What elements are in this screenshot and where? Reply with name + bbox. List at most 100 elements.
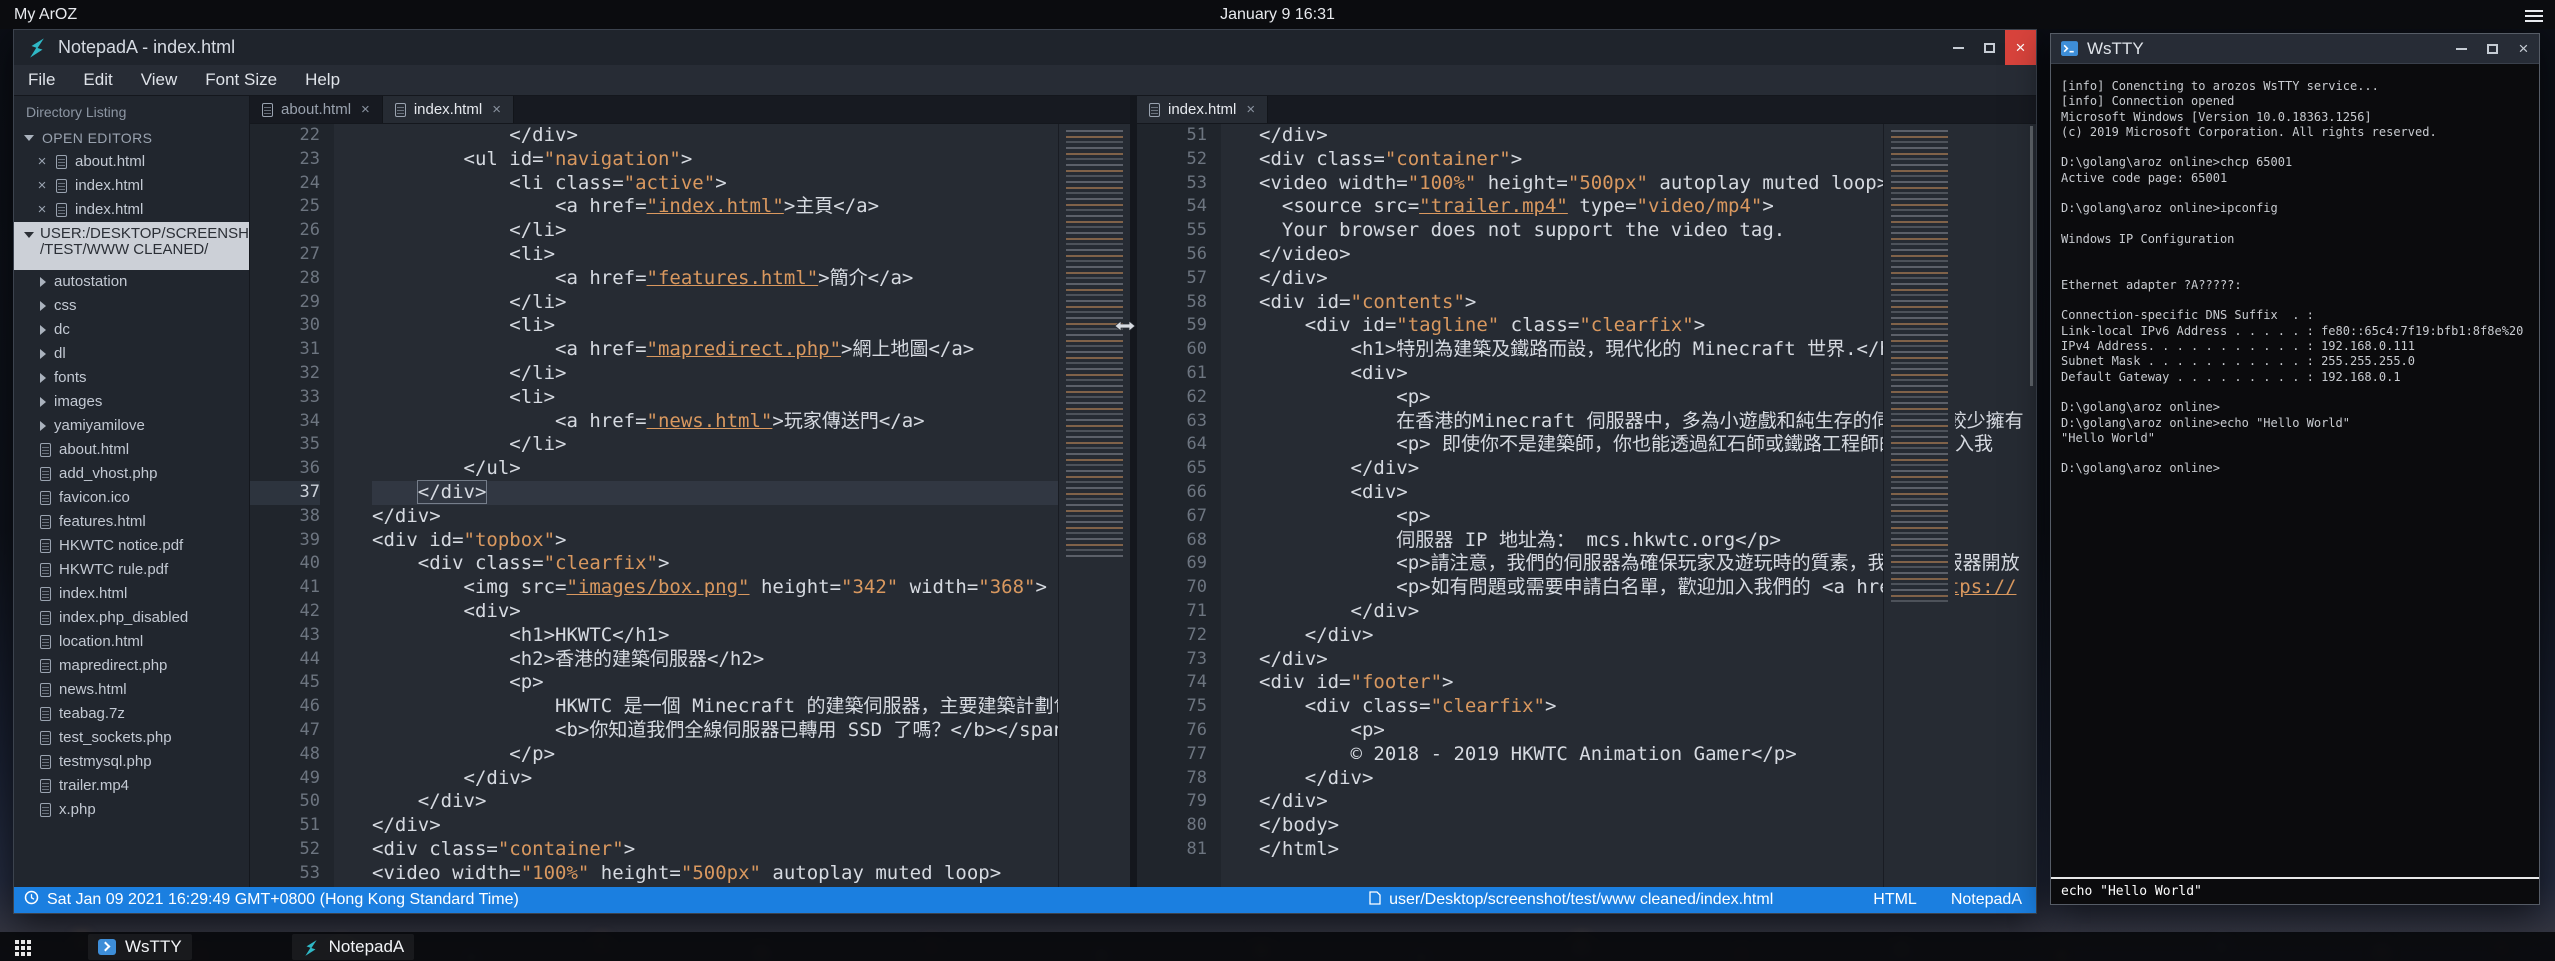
tree-item-dl[interactable]: dl (14, 342, 249, 366)
line-number: 52 (1137, 148, 1207, 172)
code-line[interactable]: </div> (372, 481, 1130, 505)
start-menu-button[interactable] (0, 932, 44, 961)
minimap-left[interactable] (1058, 124, 1130, 887)
code-line[interactable]: <img src="images/box.png" height="342" w… (372, 576, 1130, 600)
tab-close-icon[interactable]: × (361, 101, 370, 118)
code-line[interactable]: <div id="topbox"> (372, 529, 1130, 553)
tree-item-user-desktop-screenshot[interactable]: USER:/DESKTOP/SCREENSHOT/TEST/WWW CLEANE… (14, 222, 249, 270)
maximize-button[interactable] (1974, 30, 2005, 65)
tree-item-teabag.7z[interactable]: teabag.7z (14, 702, 249, 726)
tree-item-news.html[interactable]: news.html (14, 678, 249, 702)
tree-item-features.html[interactable]: features.html (14, 510, 249, 534)
tree-item-index.html[interactable]: index.html (14, 582, 249, 606)
code-line[interactable]: </div> (372, 124, 1130, 148)
code-line[interactable]: <a href="index.html">主頁</a> (372, 195, 1130, 219)
code-line[interactable]: <li class="active"> (372, 172, 1130, 196)
code-line[interactable]: <li> (372, 314, 1130, 338)
tree-item-label: mapredirect.php (59, 654, 167, 678)
code-line[interactable]: <a href="mapredirect.php">網上地圖</a> (372, 338, 1130, 362)
minimap-content (1891, 130, 1948, 603)
code-line[interactable]: </div> (372, 767, 1130, 791)
tree-item-about.html[interactable]: about.html (14, 438, 249, 462)
tab-index.html[interactable]: index.html× (383, 96, 514, 123)
tree-item-index.php_disabled[interactable]: index.php_disabled (14, 606, 249, 630)
tree-item-mapredirect.php[interactable]: mapredirect.php (14, 654, 249, 678)
code-line[interactable]: <h2>香港的建築伺服器</h2> (372, 648, 1130, 672)
tree-item-hkwtc-notice.pdf[interactable]: HKWTC notice.pdf (14, 534, 249, 558)
code-line[interactable]: <b>你知道我們全線伺服器已轉用 SSD 了嗎？</b></span> (372, 719, 1130, 743)
file-icon (40, 611, 51, 625)
tab-close-icon[interactable]: × (1246, 101, 1255, 118)
tree-item-images[interactable]: images (14, 390, 249, 414)
code-line[interactable]: </div> (372, 814, 1130, 838)
code-line[interactable]: <video width="100%" height="500px" autop… (372, 862, 1130, 886)
code-line[interactable]: <a href="news.html">玩家傳送門</a> (372, 410, 1130, 434)
line-number: 54 (1137, 195, 1207, 219)
code-area-left[interactable]: </div> <ul id="navigation"> <li class="a… (334, 124, 1130, 887)
caret-right-icon (40, 325, 46, 335)
code-line[interactable]: HKWTC 是一個 Minecraft 的建築伺服器，主要建築計劃包括鐵路 (372, 695, 1130, 719)
tree-item-autostation[interactable]: autostation (14, 270, 249, 294)
code-line[interactable]: <a href="features.html">簡介</a> (372, 267, 1130, 291)
tab-index.html[interactable]: index.html× (1137, 96, 1268, 123)
code-line[interactable]: </div> (372, 505, 1130, 529)
menu-font-size[interactable]: Font Size (191, 70, 291, 90)
code-line[interactable]: <li> (372, 243, 1130, 267)
code-line[interactable]: <h1>HKWTC</h1> (372, 624, 1130, 648)
code-line[interactable]: <div> (372, 600, 1130, 624)
tree-item-test_sockets.php[interactable]: test_sockets.php (14, 726, 249, 750)
hamburger-menu-icon[interactable] (2525, 7, 2543, 25)
tree-item-hkwtc-rule.pdf[interactable]: HKWTC rule.pdf (14, 558, 249, 582)
wstty-title-bar[interactable]: WsTTY × (2051, 34, 2539, 64)
tree-item-trailer.mp4[interactable]: trailer.mp4 (14, 774, 249, 798)
line-number: 79 (1137, 790, 1207, 814)
tree-item-index.html[interactable]: ×index.html (14, 174, 249, 198)
tree-item-about.html[interactable]: ×about.html (14, 150, 249, 174)
code-line[interactable]: <div class="container"> (372, 838, 1130, 862)
terminal-output[interactable]: [info] Conencting to arozos WsTTY servic… (2051, 65, 2539, 875)
code-line[interactable]: </p> (372, 743, 1130, 767)
minimap-right[interactable] (1883, 124, 1955, 887)
tree-item-label: index.html (75, 198, 143, 222)
terminal-minimize-button[interactable] (2446, 34, 2477, 63)
tab-close-icon[interactable]: × (492, 101, 501, 118)
menu-view[interactable]: View (127, 70, 192, 90)
close-button[interactable]: × (2005, 30, 2036, 65)
code-line[interactable]: </li> (372, 291, 1130, 315)
terminal-close-button[interactable]: × (2508, 34, 2539, 63)
tree-item-x.php[interactable]: x.php (14, 798, 249, 822)
tab-about.html[interactable]: about.html× (250, 96, 383, 123)
code-line[interactable]: </li> (372, 219, 1130, 243)
menu-help[interactable]: Help (291, 70, 354, 90)
code-line[interactable]: </div> (372, 790, 1130, 814)
notepada-title-bar[interactable]: NotepadA - index.html × (14, 30, 2036, 65)
taskbar-item-wstty[interactable]: WsTTY (88, 934, 192, 960)
tree-item-index.html[interactable]: ×index.html (14, 198, 249, 222)
tree-section-open-editors[interactable]: OPEN EDITORS (14, 126, 249, 150)
menu-file[interactable]: File (14, 70, 69, 90)
line-number: 25 (250, 195, 320, 219)
code-line[interactable]: <li> (372, 386, 1130, 410)
tree-item-yamiyamilove[interactable]: yamiyamilove (14, 414, 249, 438)
taskbar-item-notepada[interactable]: NotepadA (292, 934, 415, 960)
code-line[interactable]: </ul> (372, 457, 1130, 481)
tree-item-favicon.ico[interactable]: favicon.ico (14, 486, 249, 510)
menu-edit[interactable]: Edit (69, 70, 126, 90)
code-line[interactable]: </li> (372, 362, 1130, 386)
tree-item-location.html[interactable]: location.html (14, 630, 249, 654)
code-line[interactable]: <ul id="navigation"> (372, 148, 1130, 172)
terminal-maximize-button[interactable] (2477, 34, 2508, 63)
minimize-button[interactable] (1943, 30, 1974, 65)
scrollbar-thumb[interactable] (2030, 126, 2033, 386)
tree-item-add_vhost.php[interactable]: add_vhost.php (14, 462, 249, 486)
tree-item-testmysql.php[interactable]: testmysql.php (14, 750, 249, 774)
tree-item-fonts[interactable]: fonts (14, 366, 249, 390)
code-line[interactable]: <p> (372, 671, 1130, 695)
code-line[interactable]: <div class="clearfix"> (372, 552, 1130, 576)
tree-item-css[interactable]: css (14, 294, 249, 318)
tree-item-dc[interactable]: dc (14, 318, 249, 342)
terminal-input[interactable]: echo "Hello World" (2051, 877, 2539, 904)
pane-splitter[interactable] (1130, 96, 1137, 887)
line-number: 38 (250, 505, 320, 529)
code-line[interactable]: </li> (372, 433, 1130, 457)
